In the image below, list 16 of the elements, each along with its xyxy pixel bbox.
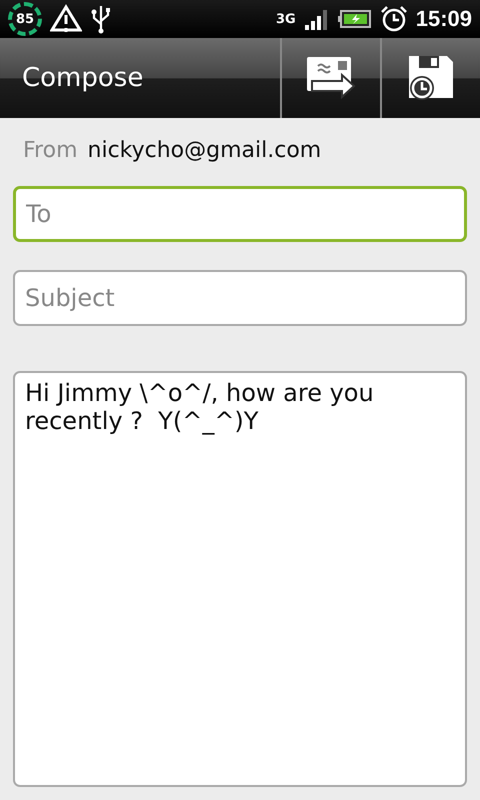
subject-field[interactable]: Subject [13,270,467,326]
alarm-clock-icon [380,5,408,33]
warning-icon [50,4,82,34]
screen-title: Compose [21,62,144,95]
clock-time: 15:09 [416,6,472,32]
envelope-arrow-icon [306,55,356,101]
signal-icon [304,7,330,31]
from-label: From [23,138,78,163]
battery-percent-badge: 85 [8,2,42,36]
usb-icon [90,4,112,34]
battery-charging-icon [338,9,372,29]
message-body-field[interactable]: Hi Jimmy \^o^/, how are you recently ? Y(^_^)Y [13,371,467,787]
floppy-clock-icon [407,54,455,102]
sender-address: nickycho@gmail.com [88,138,322,163]
to-field[interactable]: To [13,186,467,242]
network-type-label: 3G [276,12,296,26]
